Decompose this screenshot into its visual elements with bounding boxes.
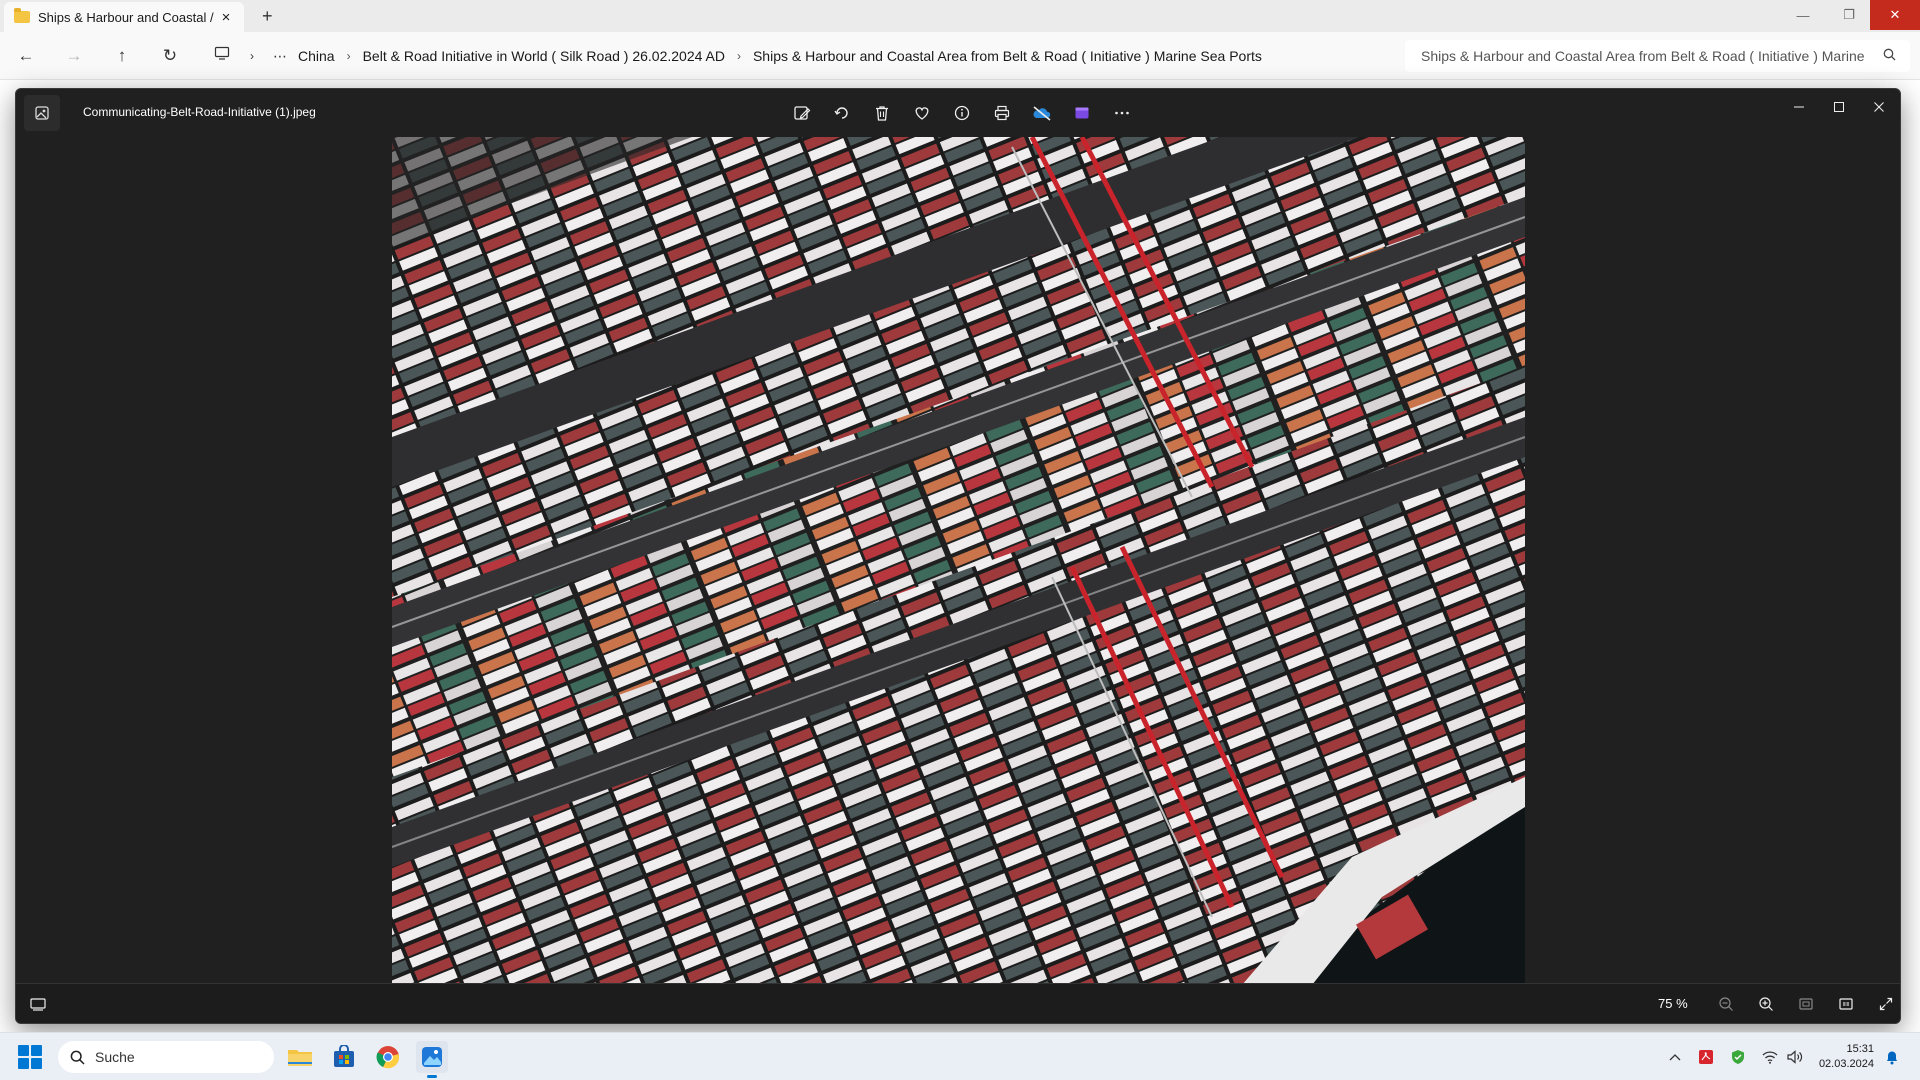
search-icon: [70, 1050, 85, 1065]
breadcrumb-item-belt-road[interactable]: Belt & Road Initiative in World ( Silk R…: [363, 48, 725, 64]
start-windows-icon[interactable]: [18, 1045, 42, 1069]
photos-close-button[interactable]: [1856, 89, 1900, 125]
explorer-search-input[interactable]: Ships & Harbour and Coastal Area from Be…: [1405, 40, 1910, 72]
breadcrumb-chevron-icon[interactable]: ›: [240, 44, 264, 68]
zoom-out-icon[interactable]: [1712, 990, 1740, 1018]
taskbar-clock[interactable]: 15:31 02.03.2024: [1812, 1042, 1874, 1072]
zoom-in-icon[interactable]: [1752, 990, 1780, 1018]
breadcrumb-chevron-icon[interactable]: ›: [347, 49, 351, 63]
favorite-heart-icon[interactable]: [906, 97, 938, 129]
volume-icon[interactable]: [1785, 1047, 1805, 1067]
wifi-icon[interactable]: [1760, 1047, 1780, 1067]
photos-app-taskbar-icon[interactable]: [416, 1041, 448, 1078]
explorer-close-button[interactable]: ✕: [1870, 0, 1920, 30]
refresh-button[interactable]: ↻: [158, 44, 182, 68]
explorer-address-bar: ← → ↑ ↻ › ⋯ › China › Belt & Road Initia…: [0, 32, 1920, 80]
actual-size-icon[interactable]: [1832, 990, 1860, 1018]
breadcrumb: › China › Belt & Road Initiative in Worl…: [298, 40, 1490, 72]
notification-bell-icon[interactable]: [1882, 1047, 1902, 1067]
fullscreen-icon[interactable]: [1872, 990, 1900, 1018]
clock-time: 15:31: [1846, 1043, 1874, 1055]
photo-image-harbour-containers[interactable]: [392, 137, 1525, 985]
explorer-tab-strip: Ships & Harbour and Coastal / × + — ❐ ✕: [0, 0, 1920, 32]
folder-icon: [14, 8, 30, 23]
rotate-icon[interactable]: [826, 97, 858, 129]
more-locations-icon[interactable]: ⋯: [268, 44, 292, 68]
security-check-tray-icon[interactable]: [1728, 1047, 1748, 1067]
delete-icon[interactable]: [866, 97, 898, 129]
taskbar: Suche 15:31 02.03.2024: [0, 1032, 1920, 1080]
more-options-icon[interactable]: [1106, 97, 1138, 129]
clock-date: 02.03.2024: [1818, 1058, 1874, 1070]
explorer-restore-button[interactable]: ❐: [1826, 0, 1872, 30]
fit-to-window-icon[interactable]: [1792, 990, 1820, 1018]
new-tab-button[interactable]: +: [262, 6, 273, 27]
edit-image-icon[interactable]: [786, 97, 818, 129]
photos-app-icon[interactable]: [24, 95, 60, 131]
microsoft-store-icon[interactable]: [328, 1041, 360, 1073]
tab-close-icon[interactable]: ×: [218, 9, 234, 26]
file-explorer-icon[interactable]: [284, 1041, 316, 1073]
photos-viewer-window: Communicating-Belt-Road-Initiative (1).j…: [15, 88, 1901, 1024]
breadcrumb-item-china[interactable]: China: [298, 48, 335, 64]
taskbar-search-placeholder: Suche: [95, 1049, 135, 1065]
print-icon[interactable]: [986, 97, 1018, 129]
breadcrumb-item-ships-harbour[interactable]: Ships & Harbour and Coastal Area from Be…: [753, 48, 1262, 64]
onedrive-off-icon[interactable]: [1026, 97, 1058, 129]
photo-file-name: Communicating-Belt-Road-Initiative (1).j…: [83, 105, 316, 119]
search-icon: [1883, 48, 1896, 64]
explorer-search-value: Ships & Harbour and Coastal Area from Be…: [1421, 48, 1865, 64]
explorer-minimize-button[interactable]: —: [1780, 0, 1826, 30]
taskbar-search-box[interactable]: Suche: [58, 1041, 274, 1073]
clipchamp-icon[interactable]: [1066, 97, 1098, 129]
photos-bottom-bar: 75 %: [16, 983, 1900, 1023]
photos-toolbar: [786, 97, 1138, 129]
back-button[interactable]: ←: [14, 44, 38, 68]
forward-button[interactable]: →: [62, 44, 86, 68]
chrome-icon[interactable]: [372, 1041, 404, 1073]
file-info-icon[interactable]: [946, 97, 978, 129]
acrobat-tray-icon[interactable]: [1696, 1047, 1716, 1067]
up-button[interactable]: ↑: [110, 44, 134, 68]
filmstrip-toggle-icon[interactable]: [24, 990, 52, 1018]
breadcrumb-chevron-icon[interactable]: ›: [737, 49, 741, 63]
this-pc-icon[interactable]: [210, 44, 234, 68]
explorer-tab-title: Ships & Harbour and Coastal /: [38, 9, 214, 25]
zoom-level: 75 %: [1658, 996, 1688, 1011]
photos-title-bar: Communicating-Belt-Road-Initiative (1).j…: [16, 89, 1900, 137]
explorer-tab[interactable]: Ships & Harbour and Coastal / ×: [4, 2, 244, 32]
container-terminal-photo: [392, 137, 1525, 985]
show-hidden-icons-chevron-icon[interactable]: [1665, 1047, 1685, 1067]
